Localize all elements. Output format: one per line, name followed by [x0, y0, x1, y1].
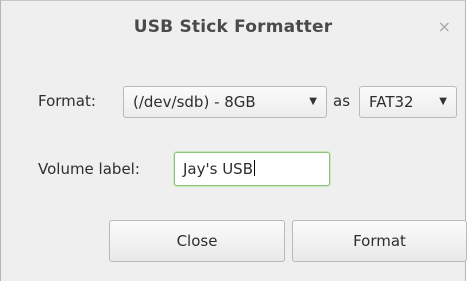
volume-label-input[interactable]: Jay's USB [174, 152, 330, 186]
window-title: USB Stick Formatter [133, 17, 333, 37]
filesystem-dropdown-value: FAT32 [369, 93, 414, 111]
close-icon[interactable]: × [438, 19, 451, 35]
filesystem-dropdown[interactable]: FAT32 ▼ [359, 86, 457, 118]
as-label: as [333, 92, 351, 110]
dialog-window: USB Stick Formatter × Format: (/dev/sdb)… [0, 0, 467, 281]
chevron-down-icon: ▼ [309, 96, 317, 107]
volume-label-value: Jay's USB [183, 160, 253, 178]
text-caret [254, 160, 255, 176]
chevron-down-icon: ▼ [439, 96, 447, 107]
format-button[interactable]: Format [292, 220, 467, 262]
device-dropdown-value: (/dev/sdb) - 8GB [133, 93, 256, 111]
volume-label: Volume label: [38, 160, 140, 178]
device-dropdown[interactable]: (/dev/sdb) - 8GB ▼ [123, 86, 327, 118]
title-bar[interactable]: USB Stick Formatter × [1, 1, 465, 59]
close-button[interactable]: Close [109, 220, 285, 262]
format-label: Format: [38, 92, 96, 110]
